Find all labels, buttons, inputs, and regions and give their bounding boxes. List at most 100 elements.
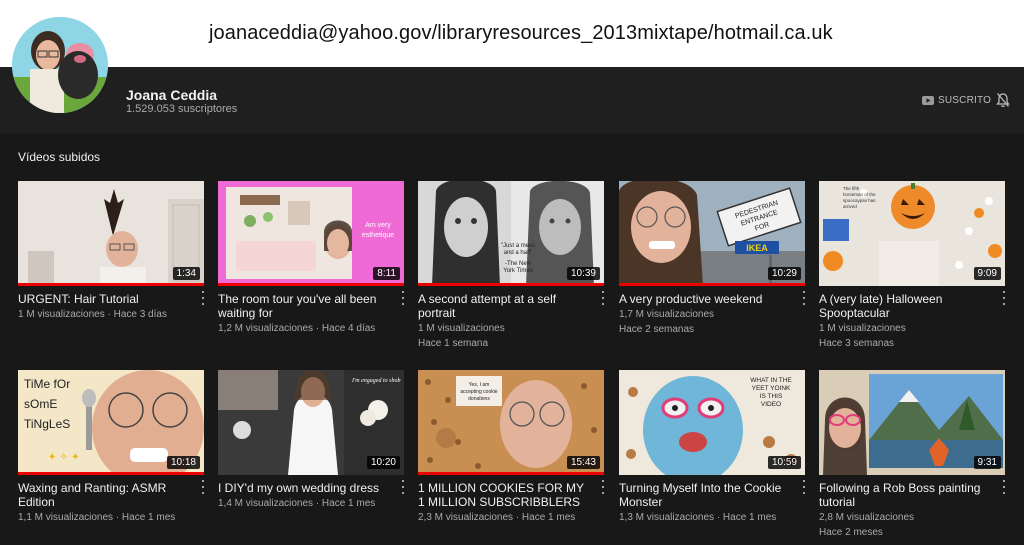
svg-text:arrived: arrived: [843, 204, 857, 209]
video-duration: 8:11: [373, 267, 400, 280]
svg-text:sOmE: sOmE: [24, 397, 57, 411]
thumbnail-caption: "Just a mess: [501, 243, 535, 249]
svg-text:TiNgLeS: TiNgLeS: [24, 417, 70, 431]
video-meta: 1,4 M visualizaciones · Hace 1 mes: [218, 498, 376, 509]
svg-text:horseman of the: horseman of the: [843, 192, 876, 197]
more-options-icon[interactable]: [1001, 291, 1007, 305]
video-thumbnail[interactable]: TiMe fOr sOmE TiNgLeS ✦ ✧ ✦ 10:18: [18, 370, 204, 475]
video-title[interactable]: Turning Myself Into the Cookie Monster: [619, 481, 791, 509]
channel-header: Joana Ceddia 1.529.053 suscriptores SUSC…: [0, 67, 1024, 133]
subscribed-label: SUSCRITO: [938, 94, 992, 106]
video-card[interactable]: I'm engaged to shob 10:20 I DIY'd my own…: [218, 370, 406, 512]
video-meta-secondary: Hace 2 semanas: [619, 324, 695, 335]
more-options-icon[interactable]: [400, 480, 406, 494]
video-card[interactable]: PEDESTRIAN ENTRANCE FOR IKEA 10:29 A ver…: [619, 181, 807, 336]
video-duration: 10:39: [566, 267, 600, 280]
video-meta-secondary: Hace 1 semana: [418, 338, 489, 349]
video-thumbnail[interactable]: I'm engaged to shob 10:20: [218, 370, 404, 475]
video-card[interactable]: Am very esthetique 8:11 The room tour yo…: [218, 181, 406, 337]
video-thumbnail[interactable]: WHAT IN THE YEET YOINK IS THIS VIDEO 10:…: [619, 370, 805, 475]
video-title[interactable]: Waxing and Ranting: ASMR Edition: [18, 481, 190, 509]
subscribed-button[interactable]: SUSCRITO: [922, 93, 991, 107]
video-meta-secondary: Hace 2 meses: [819, 527, 883, 538]
video-thumbnail[interactable]: 1:34: [18, 181, 204, 286]
channel-avatar[interactable]: [12, 17, 108, 113]
more-options-icon[interactable]: [801, 480, 807, 494]
video-thumbnail[interactable]: "Just a mess and a half" -The New York T…: [418, 181, 604, 286]
watch-progress-bar: [18, 472, 204, 475]
bell-off-icon[interactable]: [996, 92, 1010, 108]
svg-text:-The New: -The New: [505, 261, 532, 267]
video-thumbnail[interactable]: 9:31: [819, 370, 1005, 475]
watch-progress-bar: [18, 283, 204, 286]
more-options-icon[interactable]: [801, 291, 807, 305]
video-meta: 1,1 M visualizaciones · Hace 1 mes: [18, 512, 176, 523]
svg-text:IS THIS: IS THIS: [760, 393, 783, 400]
more-options-icon[interactable]: [1001, 480, 1007, 494]
video-duration: 10:29: [767, 267, 801, 280]
svg-text:spoocaypse has: spoocaypse has: [843, 198, 876, 203]
video-meta: 1,2 M visualizaciones · Hace 4 días: [218, 323, 376, 334]
video-card[interactable]: TiMe fOr sOmE TiNgLeS ✦ ✧ ✦ 10:18 Waxing…: [18, 370, 206, 526]
svg-text:and a half": and a half": [504, 250, 533, 256]
video-title[interactable]: A second attempt at a self portrait: [418, 292, 590, 320]
video-meta: 1,3 M visualizaciones · Hace 1 mes: [619, 512, 777, 523]
video-duration: 9:31: [973, 456, 1001, 469]
video-meta-secondary: Hace 3 semanas: [819, 338, 895, 349]
video-card[interactable]: 9:31 Following a Rob Boss painting tutor…: [819, 370, 1007, 539]
video-duration: 10:18: [166, 456, 200, 469]
video-card[interactable]: "Just a mess and a half" -The New York T…: [418, 181, 606, 350]
video-card[interactable]: The fifth horseman of the spoocaypse has…: [819, 181, 1007, 350]
svg-text:YEET YOINK: YEET YOINK: [752, 385, 791, 392]
thumbnail-caption: I'm engaged to shob: [351, 378, 400, 384]
channel-name[interactable]: Joana Ceddia: [126, 87, 217, 103]
watch-progress-bar: [418, 472, 604, 475]
video-duration: 1:34: [172, 267, 200, 280]
watch-progress-bar: [418, 283, 604, 286]
watch-progress-bar: [619, 283, 805, 286]
thumbnail-caption: Am very: [365, 222, 391, 229]
video-title[interactable]: URGENT: Hair Tutorial: [18, 292, 190, 306]
video-meta: 1 M visualizaciones · Hace 3 días: [18, 309, 167, 320]
video-duration: 9:09: [973, 267, 1001, 280]
video-meta: 1 M visualizaciones: [819, 323, 906, 334]
more-options-icon[interactable]: [200, 480, 206, 494]
video-meta: 2,3 M visualizaciones · Hace 1 mes: [418, 512, 576, 523]
video-thumbnail[interactable]: The fifth horseman of the spoocaypse has…: [819, 181, 1005, 286]
video-meta: 1 M visualizaciones: [418, 323, 505, 334]
video-duration: 10:59: [767, 456, 801, 469]
thumbnail-caption: Yes, I am: [469, 382, 490, 388]
video-thumbnail[interactable]: Am very esthetique 8:11: [218, 181, 404, 286]
svg-text:donations: donations: [468, 396, 490, 402]
video-title[interactable]: A (very late) Halloween Spooptacular: [819, 292, 991, 320]
video-title[interactable]: I DIY'd my own wedding dress: [218, 481, 390, 495]
more-options-icon[interactable]: [600, 291, 606, 305]
video-duration: 10:20: [366, 456, 400, 469]
section-title: Vídeos subidos: [18, 150, 101, 164]
subscriber-count: 1.529.053 suscriptores: [126, 103, 238, 115]
thumbnail-caption: TiMe fOr: [24, 377, 70, 391]
videos-section: Vídeos subidos 1:34 URGENT: Hair Tutoria…: [0, 133, 1024, 545]
thumbnail-caption: The fifth: [843, 186, 860, 191]
video-thumbnail[interactable]: PEDESTRIAN ENTRANCE FOR IKEA 10:29: [619, 181, 805, 286]
more-options-icon[interactable]: [600, 480, 606, 494]
video-thumbnail[interactable]: Yes, I am accepting cookie donations 15:…: [418, 370, 604, 475]
svg-text:IKEA: IKEA: [746, 243, 768, 253]
watch-progress-bar: [218, 283, 404, 286]
more-options-icon[interactable]: [400, 291, 406, 305]
video-title[interactable]: Following a Rob Boss painting tutorial: [819, 481, 991, 509]
youtube-icon: [922, 95, 934, 105]
video-title[interactable]: 1 MILLION COOKIES FOR MY 1 MILLION SUBSC…: [418, 481, 590, 509]
video-title[interactable]: A very productive weekend: [619, 292, 791, 306]
svg-text:esthetique: esthetique: [362, 232, 394, 239]
svg-text:✦ ✧ ✦: ✦ ✧ ✦: [48, 452, 80, 463]
svg-text:VIDEO: VIDEO: [761, 401, 781, 408]
more-options-icon[interactable]: [200, 291, 206, 305]
svg-text:York Times: York Times: [503, 268, 532, 274]
video-card[interactable]: 1:34 URGENT: Hair Tutorial 1 M visualiza…: [18, 181, 206, 323]
video-title[interactable]: The room tour you've all been waiting fo…: [218, 292, 390, 320]
svg-text:accepting cookie: accepting cookie: [460, 389, 497, 395]
video-meta: 2,8 M visualizaciones: [819, 512, 915, 523]
video-card[interactable]: Yes, I am accepting cookie donations 15:…: [418, 370, 606, 526]
video-card[interactable]: WHAT IN THE YEET YOINK IS THIS VIDEO 10:…: [619, 370, 807, 526]
